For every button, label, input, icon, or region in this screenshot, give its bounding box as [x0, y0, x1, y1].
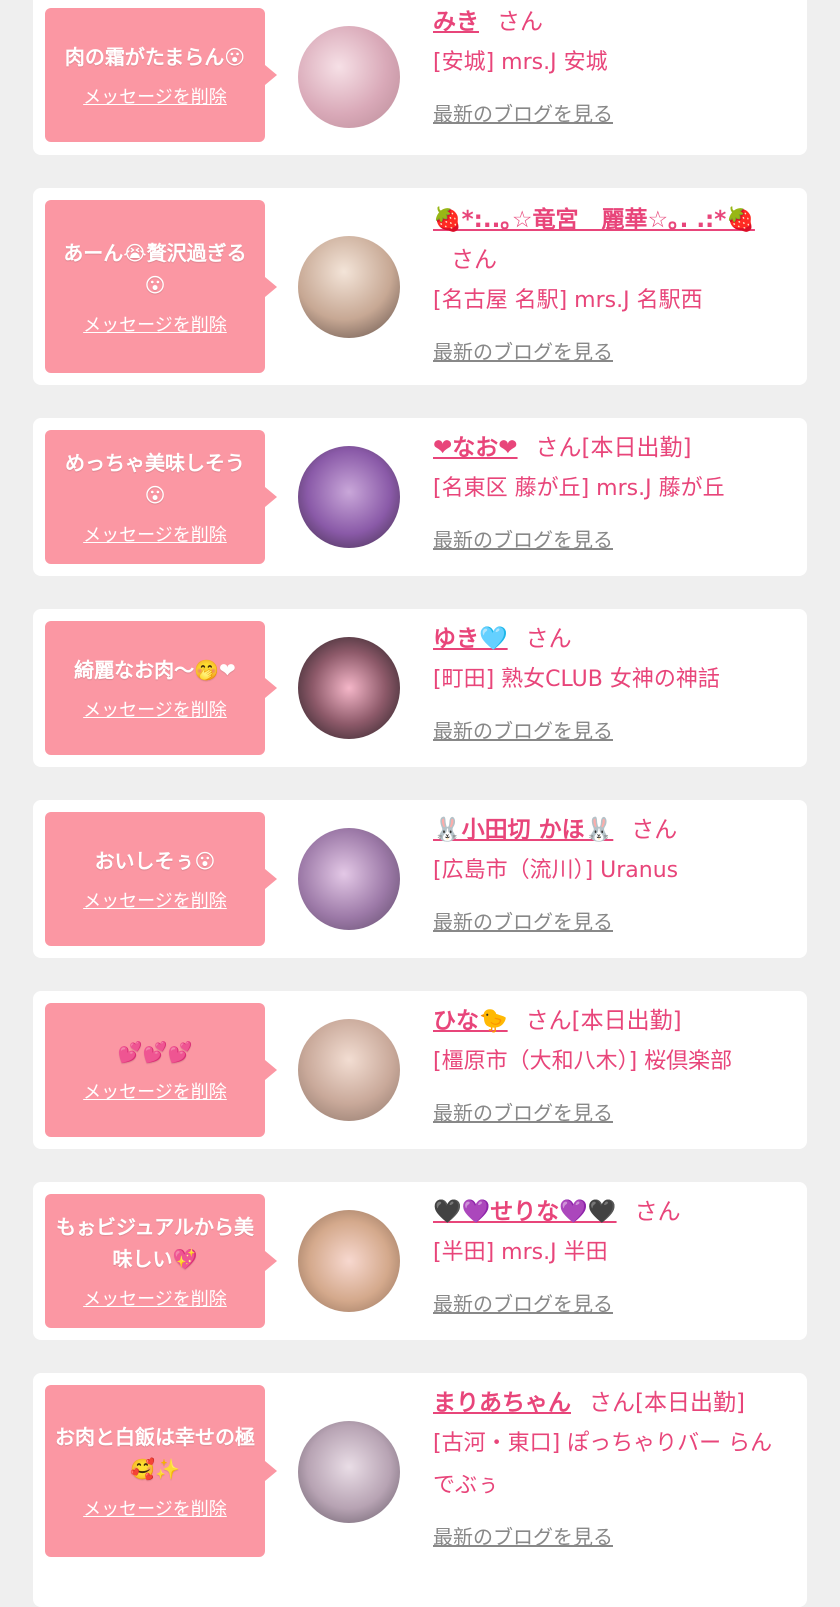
message-text: おいしそぅ😮 — [94, 849, 216, 873]
delete-message-link[interactable]: メッセージを削除 — [83, 1285, 227, 1311]
avatar[interactable] — [298, 1210, 400, 1312]
message-bubble: めっちゃ美味しそう😮 メッセージを削除 — [45, 430, 277, 564]
message-text: 綺麗なお肉〜🤭❤ — [74, 658, 236, 682]
latest-blog-link[interactable]: 最新のブログを見る — [433, 906, 613, 935]
latest-blog-link[interactable]: 最新のブログを見る — [433, 336, 613, 365]
message-bubble: 💕💕💕 メッセージを削除 — [45, 1003, 277, 1137]
delete-message-link[interactable]: メッセージを削除 — [83, 696, 227, 722]
latest-blog-link[interactable]: 最新のブログを見る — [433, 524, 613, 553]
message-text: めっちゃ美味しそう😮 — [65, 451, 245, 507]
shop-name: [古河・東口] ぽっちゃりバー らんでぶぅ — [433, 1431, 773, 1498]
profile-name-link[interactable]: みき — [433, 9, 479, 35]
profile-name-link[interactable]: ひな🐤 — [433, 1008, 508, 1034]
profile-name-link[interactable]: ゆき🩵 — [433, 626, 508, 652]
profile-name-link[interactable]: ❤なお❤ — [433, 435, 518, 461]
avatar[interactable] — [298, 446, 400, 548]
delete-message-link[interactable]: メッセージを削除 — [83, 1078, 227, 1104]
shop-name: [広島市（流川）] Uranus — [433, 858, 679, 883]
latest-blog-link[interactable]: 最新のブログを見る — [433, 1288, 613, 1317]
message-bubble: 肉の霜がたまらん😮 メッセージを削除 — [45, 8, 277, 142]
latest-blog-link[interactable]: 最新のブログを見る — [433, 1097, 613, 1126]
name-suffix: さん — [525, 626, 572, 652]
message-bubble: もぉビジュアルから美味しい💖 メッセージを削除 — [45, 1194, 277, 1328]
message-card: めっちゃ美味しそう😮 メッセージを削除 ❤なお❤ さん[本日出勤] [名東区 藤が… — [33, 418, 807, 576]
shop-name: [半田] mrs.J 半田 — [433, 1240, 608, 1265]
delete-message-link[interactable]: メッセージを削除 — [83, 887, 227, 913]
name-suffix: さん[本日出勤] — [525, 1008, 682, 1034]
avatar[interactable] — [298, 26, 400, 128]
shop-name: [名東区 藤が丘] mrs.J 藤が丘 — [433, 476, 725, 501]
message-card: 綺麗なお肉〜🤭❤ メッセージを削除 ゆき🩵 さん [町田] 熟女CLUB 女神の神… — [33, 609, 807, 767]
profile-name-link[interactable]: 🍓*:..｡☆竜宮 麗華☆｡. .:*🍓 — [433, 207, 755, 233]
avatar[interactable] — [298, 236, 400, 338]
delete-message-link[interactable]: メッセージを削除 — [83, 1495, 227, 1521]
avatar[interactable] — [298, 828, 400, 930]
name-suffix: さん — [451, 247, 497, 273]
message-text: もぉビジュアルから美味しい💖 — [56, 1215, 254, 1271]
avatar[interactable] — [298, 637, 400, 739]
message-bubble: 綺麗なお肉〜🤭❤ メッセージを削除 — [45, 621, 277, 755]
profile-name-link[interactable]: 🐰小田切 かほ🐰 — [433, 817, 613, 843]
name-suffix: さん[本日出勤] — [589, 1390, 745, 1416]
name-suffix: さん — [631, 817, 678, 843]
latest-blog-link[interactable]: 最新のブログを見る — [433, 715, 613, 744]
message-bubble: あーん😭贅沢過ぎる😮 メッセージを削除 — [45, 200, 277, 373]
name-suffix: さん — [497, 9, 543, 35]
profile-name-link[interactable]: 🖤💜せりな💜🖤 — [433, 1199, 617, 1225]
message-card: 💕💕💕 メッセージを削除 ひな🐤 さん[本日出勤] [橿原市（大和八木）] 桜倶楽… — [33, 991, 807, 1149]
message-text: お肉と白飯は幸せの極🥰✨ — [55, 1425, 255, 1481]
avatar[interactable] — [298, 1019, 400, 1121]
message-card: もぉビジュアルから美味しい💖 メッセージを削除 🖤💜せりな💜🖤 さん [半田] m… — [33, 1182, 807, 1340]
message-card: 肉の霜がたまらん😮 メッセージを削除 みき さん [安城] mrs.J 安城 最新… — [33, 0, 807, 155]
profile-name-link[interactable]: まりあちゃん — [433, 1390, 571, 1416]
message-text: あーん😭贅沢過ぎる😮 — [63, 240, 247, 297]
shop-name: [橿原市（大和八木）] 桜倶楽部 — [433, 1049, 733, 1074]
shop-name: [町田] 熟女CLUB 女神の神話 — [433, 667, 720, 692]
name-suffix: さん — [634, 1199, 681, 1225]
name-suffix: さん[本日出勤] — [535, 435, 692, 461]
message-bubble: お肉と白飯は幸せの極🥰✨ メッセージを削除 — [45, 1385, 277, 1557]
delete-message-link[interactable]: メッセージを削除 — [83, 521, 227, 547]
delete-message-link[interactable]: メッセージを削除 — [83, 311, 227, 337]
message-card: おいしそぅ😮 メッセージを削除 🐰小田切 かほ🐰 さん [広島市（流川）] Ura… — [33, 800, 807, 958]
avatar[interactable] — [298, 1421, 400, 1523]
latest-blog-link[interactable]: 最新のブログを見る — [433, 98, 613, 127]
latest-blog-link[interactable]: 最新のブログを見る — [433, 1521, 613, 1550]
shop-name: [名古屋 名駅] mrs.J 名駅西 — [433, 288, 703, 313]
message-text: 💕💕💕 — [117, 1040, 193, 1064]
message-bubble: おいしそぅ😮 メッセージを削除 — [45, 812, 277, 946]
shop-name: [安城] mrs.J 安城 — [433, 50, 608, 75]
message-card: あーん😭贅沢過ぎる😮 メッセージを削除 🍓*:..｡☆竜宮 麗華☆｡. .:*🍓… — [33, 188, 807, 385]
message-card: お肉と白飯は幸せの極🥰✨ メッセージを削除 まりあちゃん さん[本日出勤] [古河… — [33, 1373, 807, 1607]
message-text: 肉の霜がたまらん😮 — [64, 45, 246, 69]
delete-message-link[interactable]: メッセージを削除 — [83, 83, 227, 109]
